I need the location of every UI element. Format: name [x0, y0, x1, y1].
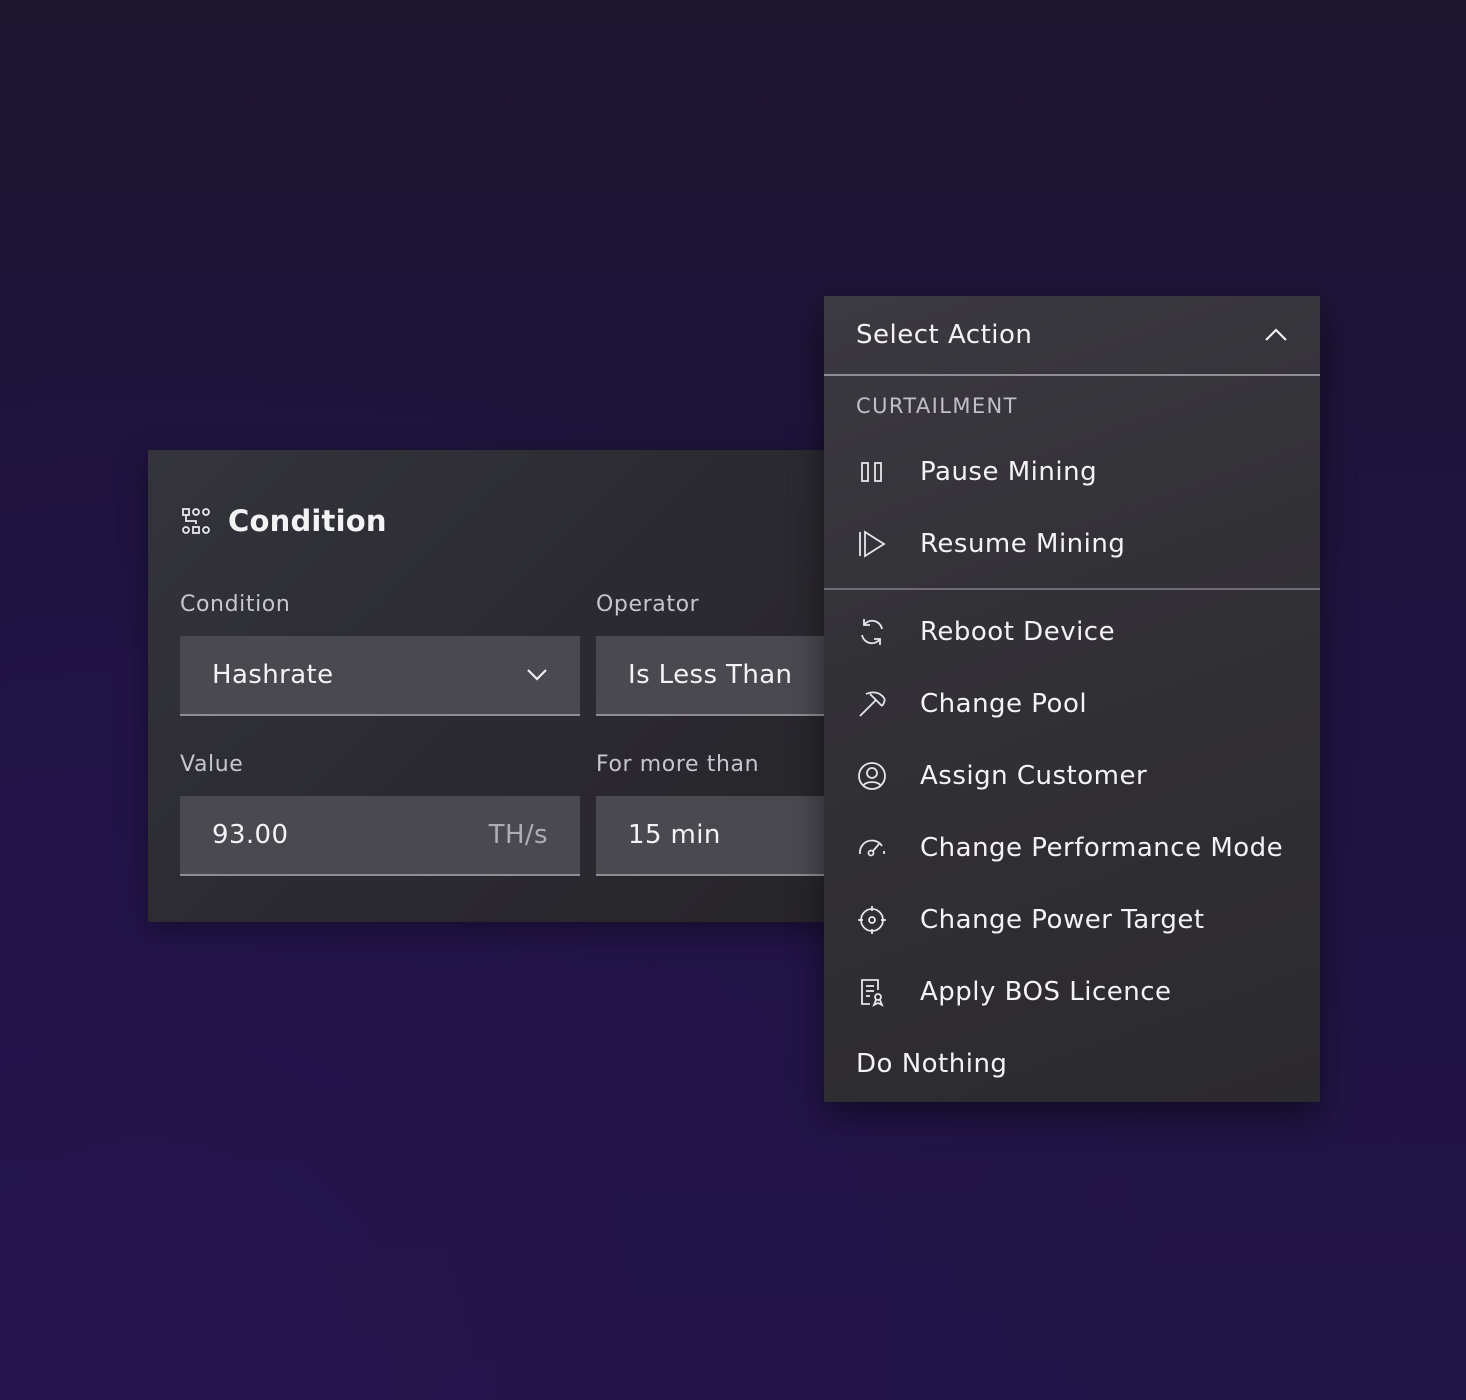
menu-item-assign-customer[interactable]: Assign Customer [824, 740, 1320, 812]
operator-select[interactable]: Is Less Than [596, 636, 848, 716]
menu-item-change-pool[interactable]: Change Pool [824, 668, 1320, 740]
chevron-up-icon [1265, 328, 1287, 341]
condition-value: Hashrate [212, 660, 334, 690]
card-header: Condition [180, 502, 387, 540]
menu-item-label: Change Power Target [920, 905, 1205, 935]
menu-item-reboot-device[interactable]: Reboot Device [824, 596, 1320, 668]
group-label-curtailment: CURTAILMENT [856, 394, 1018, 418]
condition-card: Condition Condition Hashrate Operator Is… [148, 450, 848, 922]
menu-item-label: Pause Mining [920, 457, 1098, 487]
value-unit: TH/s [488, 820, 548, 850]
menu-item-label: Resume Mining [920, 529, 1126, 559]
select-action-toggle[interactable]: Select Action [824, 296, 1320, 376]
menu-item-label: Change Performance Mode [920, 833, 1284, 863]
reboot-icon [861, 619, 883, 645]
chevron-down-icon [527, 669, 547, 681]
menu-item-change-performance-mode[interactable]: Change Performance Mode [824, 812, 1320, 884]
menu-item-label: Reboot Device [920, 617, 1116, 647]
menu-item-label: Change Pool [920, 689, 1088, 719]
operator-value: Is Less Than [628, 660, 793, 690]
menu-item-do-nothing[interactable]: Do Nothing [824, 1028, 1320, 1100]
menu-divider [824, 588, 1320, 590]
select-action-placeholder: Select Action [856, 320, 1033, 350]
condition-flow-icon [182, 508, 210, 534]
operator-label: Operator [596, 592, 700, 617]
speedometer-icon [859, 839, 885, 857]
pickaxe-icon [859, 691, 886, 717]
play-icon [859, 530, 886, 558]
licence-document-icon [861, 979, 884, 1007]
menu-item-apply-bos-licence[interactable]: Apply BOS Licence [824, 956, 1320, 1028]
value-input[interactable]: 93.00 TH/s [180, 796, 580, 876]
menu-item-change-power-target[interactable]: Change Power Target [824, 884, 1320, 956]
menu-item-resume-mining[interactable]: Resume Mining [824, 508, 1320, 580]
duration-label: For more than [596, 752, 760, 777]
pause-icon [861, 462, 882, 482]
value-label: Value [180, 752, 244, 777]
target-icon [858, 906, 886, 934]
duration-input[interactable]: 15 min [596, 796, 848, 876]
menu-item-label: Do Nothing [856, 1049, 1008, 1079]
menu-item-pause-mining[interactable]: Pause Mining [824, 436, 1320, 508]
condition-label: Condition [180, 592, 291, 617]
condition-select[interactable]: Hashrate [180, 636, 580, 716]
menu-item-label: Apply BOS Licence [920, 977, 1172, 1007]
user-avatar-icon [858, 762, 886, 790]
card-title: Condition [228, 504, 387, 538]
menu-item-label: Assign Customer [920, 761, 1148, 791]
value-number: 93.00 [212, 820, 289, 850]
action-dropdown: Select Action CURTAILMENT Pause Mining R… [824, 296, 1320, 1102]
duration-value: 15 min [628, 820, 721, 850]
